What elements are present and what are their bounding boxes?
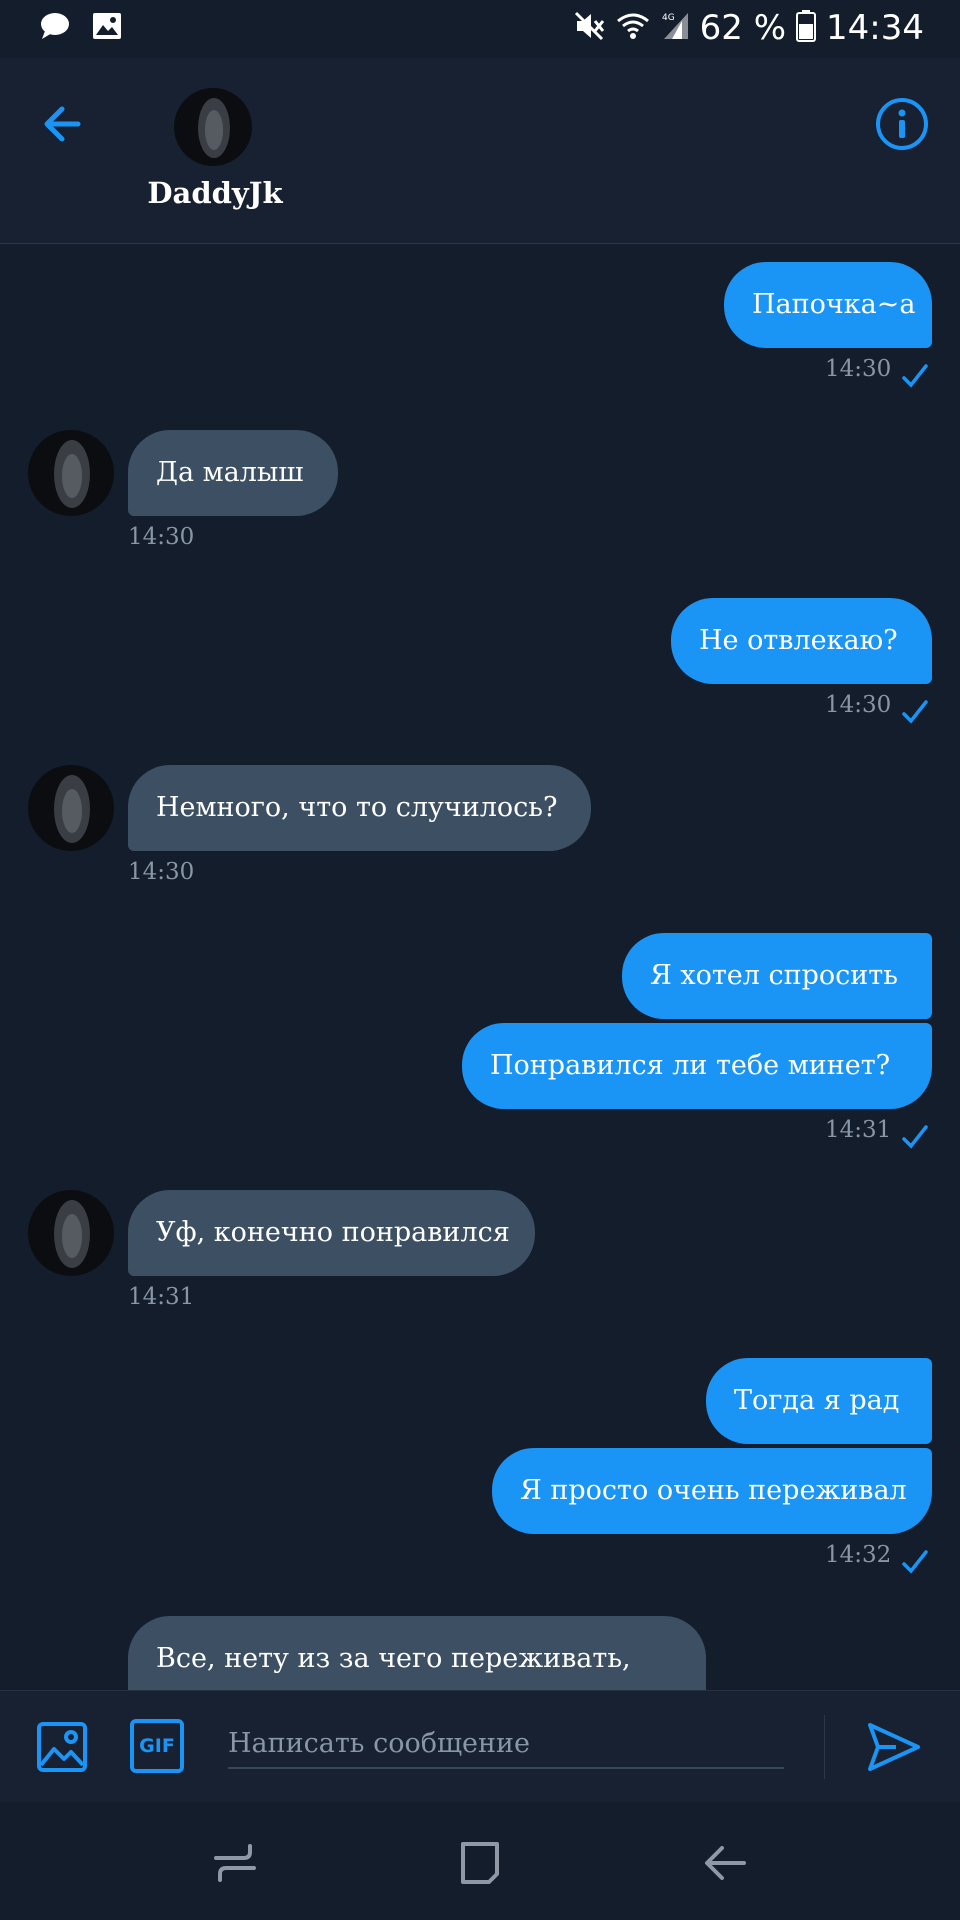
signal-icon: 4G	[660, 11, 690, 45]
attach-image-button[interactable]	[36, 1721, 88, 1773]
wifi-icon	[616, 11, 650, 45]
recents-icon	[214, 1844, 256, 1882]
back-button[interactable]	[38, 94, 98, 154]
message-time: 14:31	[128, 1284, 195, 1310]
outgoing-message[interactable]: Понравился ли тебе минет?	[462, 1023, 932, 1109]
back-arrow-icon	[44, 106, 81, 142]
message-time: 14:31	[825, 1117, 892, 1143]
incoming-message[interactable]: Немного, что то случилось?	[128, 765, 591, 851]
system-navigation-bar	[0, 1802, 960, 1920]
battery-icon	[796, 10, 817, 46]
contact-name[interactable]: DaddyJk	[140, 176, 290, 210]
image-icon	[92, 12, 122, 44]
status-icons: 4G 62 % 14:34	[574, 8, 924, 48]
incoming-message[interactable]: Все, нету из за чего переживать,	[128, 1616, 706, 1690]
status-bar: 4G 62 % 14:34	[0, 0, 960, 58]
image-attach-icon	[37, 1722, 87, 1772]
nav-back-icon	[705, 1846, 746, 1880]
outgoing-message[interactable]: Я просто очень переживал	[492, 1448, 932, 1534]
outgoing-message[interactable]: Не отвлекаю?	[671, 598, 932, 684]
sender-avatar[interactable]	[28, 430, 114, 516]
message-list: Папочка~a 14:30 Да малыш 14:30 Не отвлек…	[0, 244, 960, 1690]
outgoing-message[interactable]: Тогда я рад	[706, 1358, 932, 1444]
read-check-icon	[902, 700, 928, 724]
chat-header: DaddyJk	[0, 58, 960, 244]
home-button[interactable]	[455, 1838, 505, 1888]
message-time: 14:32	[825, 1542, 892, 1568]
read-check-icon	[902, 1550, 928, 1574]
home-icon	[461, 1842, 499, 1884]
outgoing-message[interactable]: Папочка~a	[724, 262, 932, 348]
message-input[interactable]	[228, 1719, 784, 1769]
read-check-icon	[902, 1125, 928, 1149]
composer-divider	[824, 1715, 825, 1779]
outgoing-message[interactable]: Я хотел спросить	[622, 933, 932, 1019]
nav-back-button[interactable]	[700, 1838, 750, 1888]
svg-text:4G: 4G	[662, 13, 675, 23]
send-button[interactable]	[866, 1719, 922, 1775]
gif-button[interactable]: GIF	[130, 1719, 184, 1773]
message-time: 14:30	[128, 859, 195, 885]
mute-icon	[574, 11, 606, 45]
incoming-message[interactable]: Да малыш	[128, 430, 338, 516]
contact-avatar[interactable]	[174, 88, 252, 166]
notification-icons	[40, 12, 122, 44]
info-icon	[876, 98, 928, 150]
battery-percent: 62 %	[699, 8, 787, 48]
clock: 14:34	[826, 8, 924, 48]
incoming-message[interactable]: Уф, конечно понравился	[128, 1190, 535, 1276]
chat-icon	[40, 12, 70, 44]
info-button[interactable]	[874, 96, 930, 152]
message-time: 14:30	[128, 524, 195, 550]
sender-avatar[interactable]	[28, 1190, 114, 1276]
message-time: 14:30	[825, 356, 892, 382]
message-time: 14:30	[825, 692, 892, 718]
message-composer: GIF	[0, 1690, 960, 1802]
sender-avatar[interactable]	[28, 765, 114, 851]
chat-screen: 4G 62 % 14:34 DaddyJk Папочка~a 14:30 Да…	[0, 0, 960, 1920]
recents-button[interactable]	[210, 1838, 260, 1888]
read-check-icon	[902, 364, 928, 388]
send-icon	[868, 1723, 920, 1771]
